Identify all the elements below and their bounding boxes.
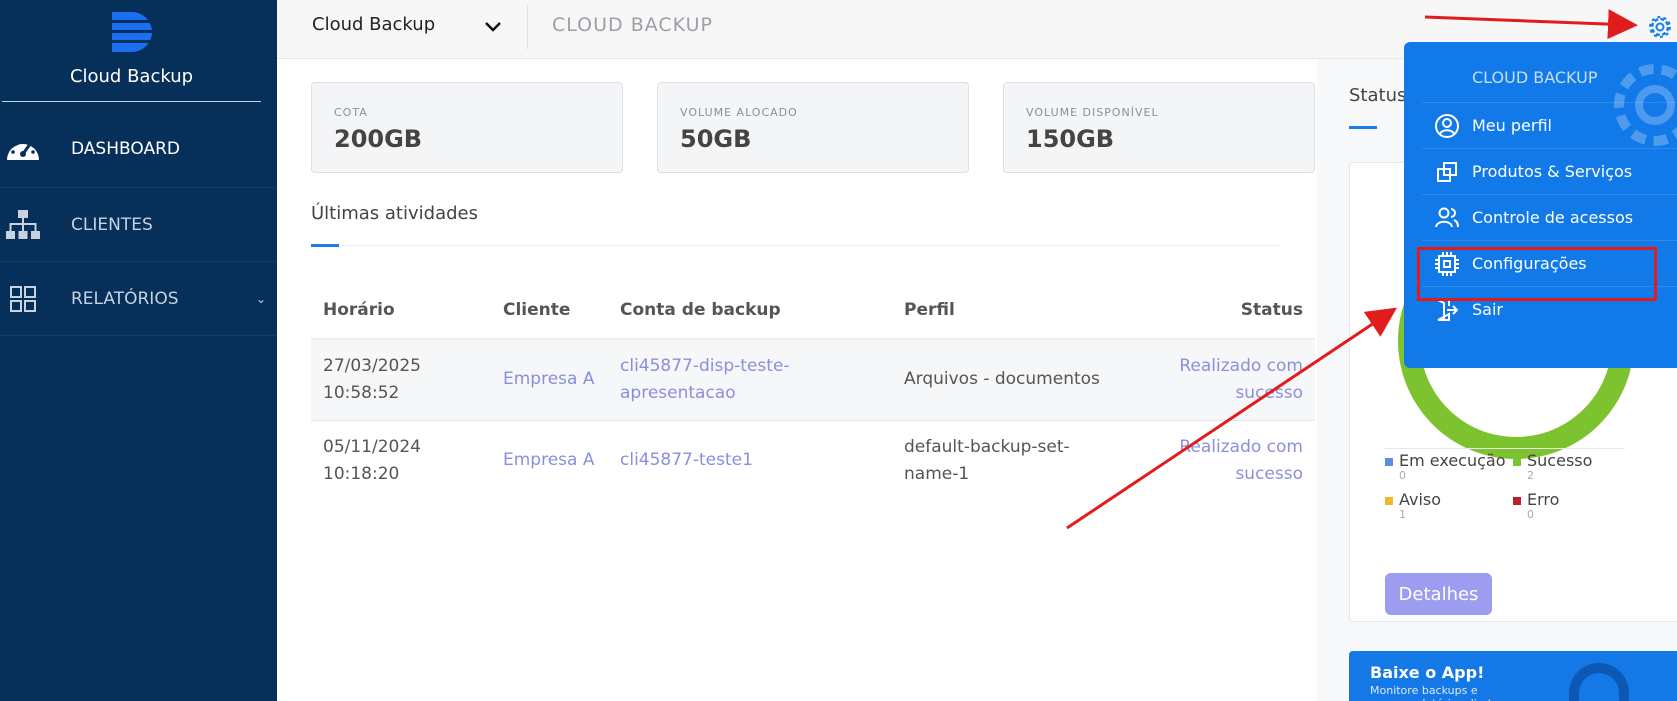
- sidebar-item-label: DASHBOARD: [71, 138, 180, 159]
- menu-item-meu-perfil[interactable]: Meu perfil: [1422, 102, 1677, 148]
- users-icon: [1434, 205, 1460, 231]
- menu-item-controle-acessos[interactable]: Controle de acessos: [1422, 194, 1677, 240]
- org-chart-icon: [4, 206, 42, 244]
- brand-divider: [2, 101, 261, 102]
- cell-profile: Arquivos - documentos: [892, 339, 1127, 420]
- cloud-backup-logo-icon: [110, 12, 156, 52]
- cell-profile: default-backup-set-name-1: [892, 419, 1127, 501]
- activities-table: Horário Cliente Conta de backup Perfil S…: [311, 282, 1315, 501]
- card-label: VOLUME ALOCADO: [680, 106, 798, 119]
- sidebar-item-relatorios[interactable]: RELATÓRIOS ⌄: [0, 262, 277, 336]
- legend-count: 0: [1527, 508, 1534, 521]
- tab-underline: [311, 244, 339, 247]
- legend-item: Erro 0: [1513, 490, 1559, 521]
- card-volume-disponivel: VOLUME DISPONÍVEL 150GB: [1003, 82, 1315, 173]
- legend-count: 0: [1399, 469, 1406, 482]
- card-value: 50GB: [680, 125, 752, 153]
- menu-item-label: Produtos & Serviços: [1472, 162, 1633, 181]
- legend-swatch: [1385, 496, 1393, 505]
- legend-swatch: [1513, 496, 1521, 505]
- legend-swatch: [1385, 457, 1393, 466]
- sidebar-item-label: CLIENTES: [71, 214, 153, 235]
- cell-client-link[interactable]: Empresa A: [491, 419, 608, 501]
- activities-title: Últimas atividades: [311, 203, 478, 224]
- user-circle-icon: [1434, 113, 1460, 139]
- highlight-box: [1417, 247, 1657, 301]
- banner-title: Baixe o App!: [1370, 663, 1485, 682]
- card-value: 150GB: [1026, 125, 1115, 153]
- menu-item-label: Meu perfil: [1472, 116, 1552, 135]
- menu-item-produtos-servicos[interactable]: Produtos & Serviços: [1422, 148, 1677, 194]
- card-value: 200GB: [334, 125, 423, 153]
- card-cota: COTA 200GB: [311, 82, 623, 173]
- sidebar-item-clientes[interactable]: CLIENTES: [0, 188, 277, 262]
- gauge-icon: [4, 130, 42, 168]
- cell-client-link[interactable]: Empresa A: [491, 339, 608, 420]
- product-selector[interactable]: Cloud Backup: [312, 14, 435, 35]
- column-header: Cliente: [491, 282, 608, 340]
- grid-icon: [4, 280, 42, 318]
- legend-label: Erro: [1527, 490, 1560, 509]
- chevron-down-icon: ⌄: [256, 291, 267, 306]
- cell-status-link[interactable]: Realizado com sucesso: [1127, 339, 1315, 420]
- legend-label: Sucesso: [1527, 451, 1593, 470]
- column-header: Horário: [311, 282, 491, 340]
- menu-item-label: Sair: [1472, 300, 1503, 319]
- table-row: 05/11/2024 10:18:20 Empresa A cli45877-t…: [311, 419, 1315, 501]
- legend-item: Em execução 0: [1385, 451, 1506, 482]
- cell-account-link[interactable]: cli45877-teste1: [608, 419, 892, 501]
- legend-label: Em execução: [1399, 451, 1506, 470]
- chevron-down-icon[interactable]: [482, 16, 504, 38]
- cell-account-link[interactable]: cli45877-disp-teste-apresentacao: [608, 339, 892, 420]
- legend-divider: [1385, 448, 1625, 449]
- cell-status-link[interactable]: Realizado com sucesso: [1127, 419, 1315, 501]
- sidebar: Cloud Backup DASHBOARD CLIENTES RELATÓRI…: [0, 0, 277, 701]
- dropdown-title: CLOUD BACKUP: [1472, 68, 1598, 87]
- menu-item-label: Controle de acessos: [1472, 208, 1634, 227]
- banner-subtitle: Monitore backups e acesse relatórios dir…: [1370, 684, 1499, 701]
- legend-item: Aviso 1: [1385, 490, 1441, 521]
- legend-swatch: [1513, 457, 1521, 466]
- legend-count: 1: [1399, 508, 1406, 521]
- page-title: CLOUD BACKUP: [552, 14, 713, 36]
- card-volume-alocado: VOLUME ALOCADO 50GB: [657, 82, 969, 173]
- settings-dropdown: CLOUD BACKUP Meu perfil Produtos & Servi…: [1404, 42, 1677, 368]
- legend-label: Aviso: [1399, 490, 1442, 509]
- status-title: Status: [1349, 85, 1407, 106]
- column-header: Status: [1127, 282, 1315, 340]
- sidebar-item-dashboard[interactable]: DASHBOARD: [0, 110, 277, 188]
- legend-count: 2: [1527, 469, 1534, 482]
- card-label: COTA: [334, 106, 368, 119]
- sidebar-item-label: RELATÓRIOS: [71, 288, 179, 309]
- cell-time: 05/11/2024 10:18:20: [311, 419, 491, 501]
- column-header: Conta de backup: [608, 282, 892, 340]
- table-header-row: Horário Cliente Conta de backup Perfil S…: [311, 282, 1315, 340]
- copy-icon: [1434, 159, 1460, 185]
- section-divider: [339, 245, 1279, 246]
- gear-icon[interactable]: [1646, 13, 1674, 41]
- brand-name: Cloud Backup: [69, 66, 194, 87]
- card-label: VOLUME DISPONÍVEL: [1026, 106, 1159, 119]
- header-divider: [527, 5, 528, 49]
- legend-item: Sucesso 2: [1513, 451, 1592, 482]
- app-banner[interactable]: Baixe o App! Monitore backups e acesse r…: [1349, 651, 1677, 701]
- cell-time: 27/03/2025 10:58:52: [311, 339, 491, 420]
- table-row: 27/03/2025 10:58:52 Empresa A cli45877-d…: [311, 339, 1315, 420]
- details-button[interactable]: Detalhes: [1385, 573, 1492, 615]
- phone-illustration-icon: [1569, 663, 1629, 701]
- main-content: COTA 200GB VOLUME ALOCADO 50GB VOLUME DI…: [277, 59, 1317, 701]
- tab-underline: [1349, 126, 1377, 129]
- column-header: Perfil: [892, 282, 1127, 340]
